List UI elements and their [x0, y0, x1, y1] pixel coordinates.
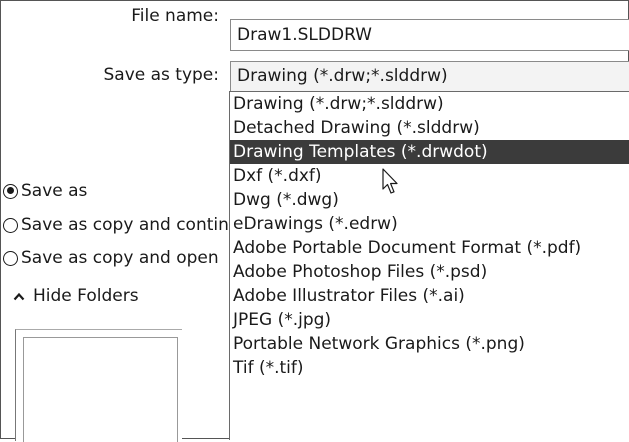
file-name-field[interactable]: Draw1.SLDDRW [230, 19, 629, 51]
option-pdf[interactable]: Adobe Portable Document Format (*.pdf) [230, 236, 629, 260]
hide-folders-button[interactable]: Hide Folders [13, 286, 139, 306]
chevron-up-icon [13, 292, 25, 300]
folder-pane-inner [23, 337, 178, 442]
save-as-radio[interactable] [3, 183, 18, 199]
save-as-type-dropdown-list[interactable]: Drawing (*.drw;*.slddrw) Detached Drawin… [229, 91, 629, 440]
save-as-radio-label: Save as [21, 181, 88, 201]
option-dxf[interactable]: Dxf (*.dxf) [230, 164, 629, 188]
mouse-pointer-icon [382, 168, 398, 194]
option-dwg[interactable]: Dwg (*.dwg) [230, 188, 629, 212]
save-as-copy-continue-radio-row[interactable]: Save as copy and continue [1, 214, 229, 236]
option-detached-drawing[interactable]: Detached Drawing (*.slddrw) [230, 116, 629, 140]
hide-folders-label: Hide Folders [33, 286, 139, 306]
file-name-label: File name: [131, 6, 219, 26]
option-jpg[interactable]: JPEG (*.jpg) [230, 308, 629, 332]
save-as-copy-open-radio[interactable] [3, 250, 18, 266]
option-psd[interactable]: Adobe Photoshop Files (*.psd) [230, 260, 629, 284]
option-drawing-templates[interactable]: Drawing Templates (*.drwdot) [230, 140, 629, 164]
option-edrawings[interactable]: eDrawings (*.edrw) [230, 212, 629, 236]
save-as-copy-open-radio-row[interactable]: Save as copy and open [1, 247, 229, 269]
save-as-type-label: Save as type: [103, 65, 219, 85]
save-as-radio-row[interactable]: Save as [1, 180, 229, 202]
option-tif[interactable]: Tif (*.tif) [230, 356, 629, 380]
save-as-dialog: File name: Draw1.SLDDRW Save as type: Dr… [0, 0, 629, 442]
save-as-type-select[interactable]: Drawing (*.drw;*.slddrw) [230, 61, 629, 92]
option-drawing[interactable]: Drawing (*.drw;*.slddrw) [230, 92, 629, 116]
save-as-copy-open-label: Save as copy and open [21, 248, 219, 268]
option-ai[interactable]: Adobe Illustrator Files (*.ai) [230, 284, 629, 308]
folder-pane [15, 329, 182, 442]
option-png[interactable]: Portable Network Graphics (*.png) [230, 332, 629, 356]
save-as-copy-continue-radio[interactable] [3, 217, 18, 233]
save-as-copy-continue-label: Save as copy and continue [21, 215, 229, 235]
